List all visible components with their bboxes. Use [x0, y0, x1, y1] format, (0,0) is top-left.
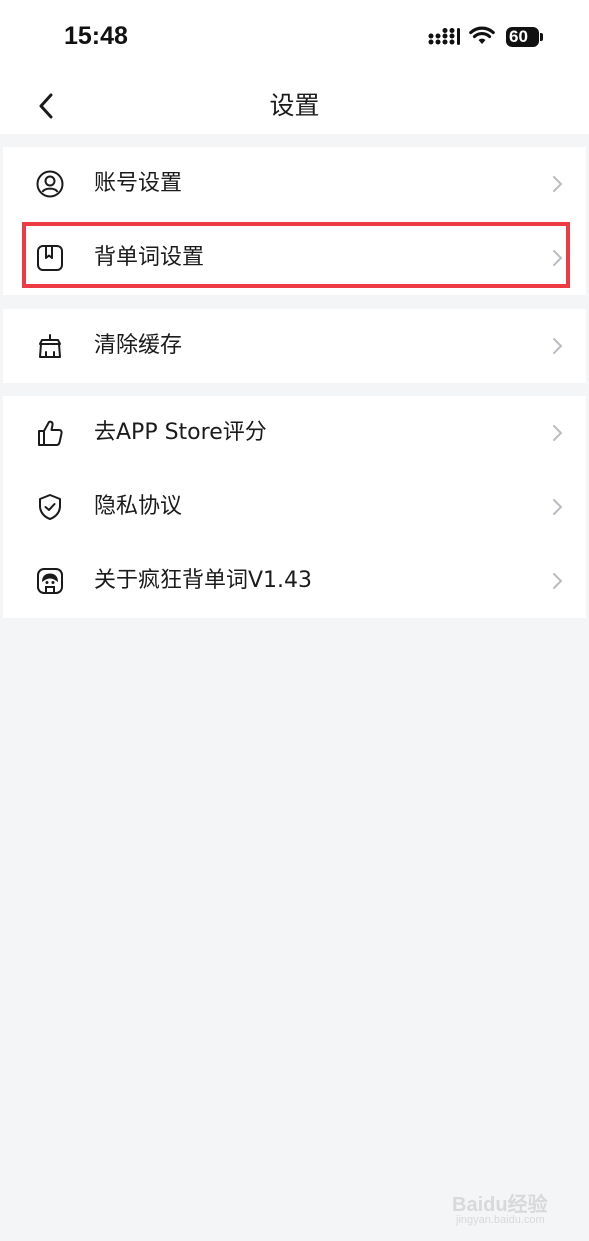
battery-cap [540, 33, 543, 41]
chevron-right-icon [552, 175, 564, 193]
chevron-right-icon [552, 424, 564, 442]
privacy-policy-item[interactable]: 隐私协议 [3, 470, 586, 544]
shield-check-icon [36, 493, 64, 521]
settings-group-cache: 清除缓存 [3, 309, 586, 383]
clear-cache-label: 清除缓存 [94, 333, 183, 358]
about-app-label: 关于疯狂背单词V1.43 [94, 568, 313, 593]
rate-app-label: 去APP Store评分 [94, 420, 267, 445]
broom-icon [36, 332, 64, 360]
about-app-item[interactable]: 关于疯狂背单词V1.43 [3, 544, 586, 618]
battery-icon: 60 [506, 27, 539, 47]
rate-app-store-item[interactable]: 去APP Store评分 [3, 396, 586, 470]
signal-icon [428, 28, 460, 50]
chevron-right-icon [552, 498, 564, 516]
wifi-icon [469, 26, 495, 50]
watermark-logo: Baidu经验 [452, 1194, 548, 1216]
privacy-policy-label: 隐私协议 [94, 494, 183, 519]
account-settings-label: 账号设置 [94, 171, 183, 196]
chevron-right-icon [552, 337, 564, 355]
page-title: 设置 [269, 91, 320, 120]
status-bar: 15:48 60 [0, 0, 589, 78]
highlight-annotation [22, 222, 570, 288]
settings-group-about: 去APP Store评分 隐私协议 关于疯狂背单词V1.43 [3, 396, 586, 618]
watermark-url: jingyan.baidu.com [456, 1214, 545, 1226]
chevron-right-icon [552, 572, 564, 590]
thumbs-up-icon [36, 419, 64, 447]
app-logo-icon [36, 567, 64, 595]
status-time: 15:48 [64, 22, 128, 50]
user-circle-icon [36, 170, 64, 198]
account-settings-item[interactable]: 账号设置 [3, 147, 586, 221]
clear-cache-item[interactable]: 清除缓存 [3, 309, 586, 383]
navigation-bar: 设置 [0, 78, 589, 134]
